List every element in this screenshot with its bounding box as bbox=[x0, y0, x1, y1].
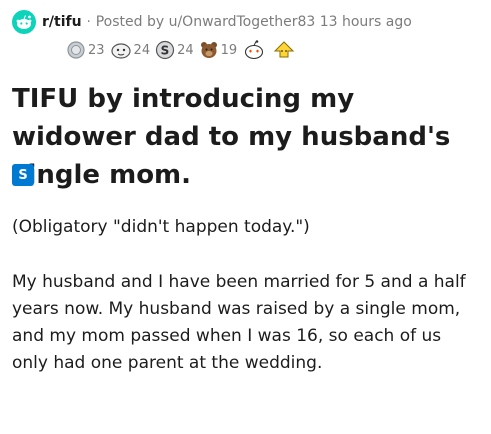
post-title[interactable]: TIFU by introducing my widower dad to my… bbox=[12, 80, 482, 194]
post-body-paragraph: (Obligatory "didn't happen today.") bbox=[12, 217, 310, 237]
meta-separator: · bbox=[86, 14, 91, 30]
bear-award-icon bbox=[199, 40, 219, 60]
award-bear[interactable]: 19 bbox=[199, 40, 238, 60]
award-silver[interactable]: 23 bbox=[66, 40, 105, 60]
subreddit-name[interactable]: r/tifu bbox=[42, 14, 82, 30]
subreddit-icon[interactable] bbox=[12, 10, 36, 34]
wholesome-award-icon: S bbox=[155, 40, 175, 60]
heart-eyes-award-icon bbox=[242, 39, 266, 61]
post-card: r/tifu · Posted by u/OnwardTogether83 13… bbox=[0, 0, 491, 434]
silver-award-icon bbox=[66, 40, 86, 60]
helpful-award-icon bbox=[110, 40, 132, 60]
award-count: 23 bbox=[88, 42, 105, 58]
award-count: 24 bbox=[133, 42, 151, 58]
svg-text:S: S bbox=[161, 44, 170, 58]
up-arrow-award-icon bbox=[273, 40, 295, 60]
post-meta: r/tifu · Posted by u/OnwardTogether83 13… bbox=[12, 9, 483, 35]
posted-by-text[interactable]: Posted by u/OnwardTogether83 13 hours ag… bbox=[96, 14, 412, 30]
award-up-arrow[interactable] bbox=[273, 40, 297, 60]
award-heart-eyes[interactable] bbox=[242, 39, 268, 61]
award-wholesome[interactable]: S 24 bbox=[155, 40, 194, 60]
post-flair-badge[interactable]: S bbox=[12, 164, 34, 186]
awards-row[interactable]: 23 24 S 24 19 bbox=[66, 38, 302, 62]
award-count: 19 bbox=[220, 42, 238, 58]
post-body-paragraph: My husband and I have been married for 5… bbox=[12, 272, 466, 373]
award-helpful[interactable]: 24 bbox=[110, 40, 151, 60]
award-count: 24 bbox=[177, 42, 194, 58]
